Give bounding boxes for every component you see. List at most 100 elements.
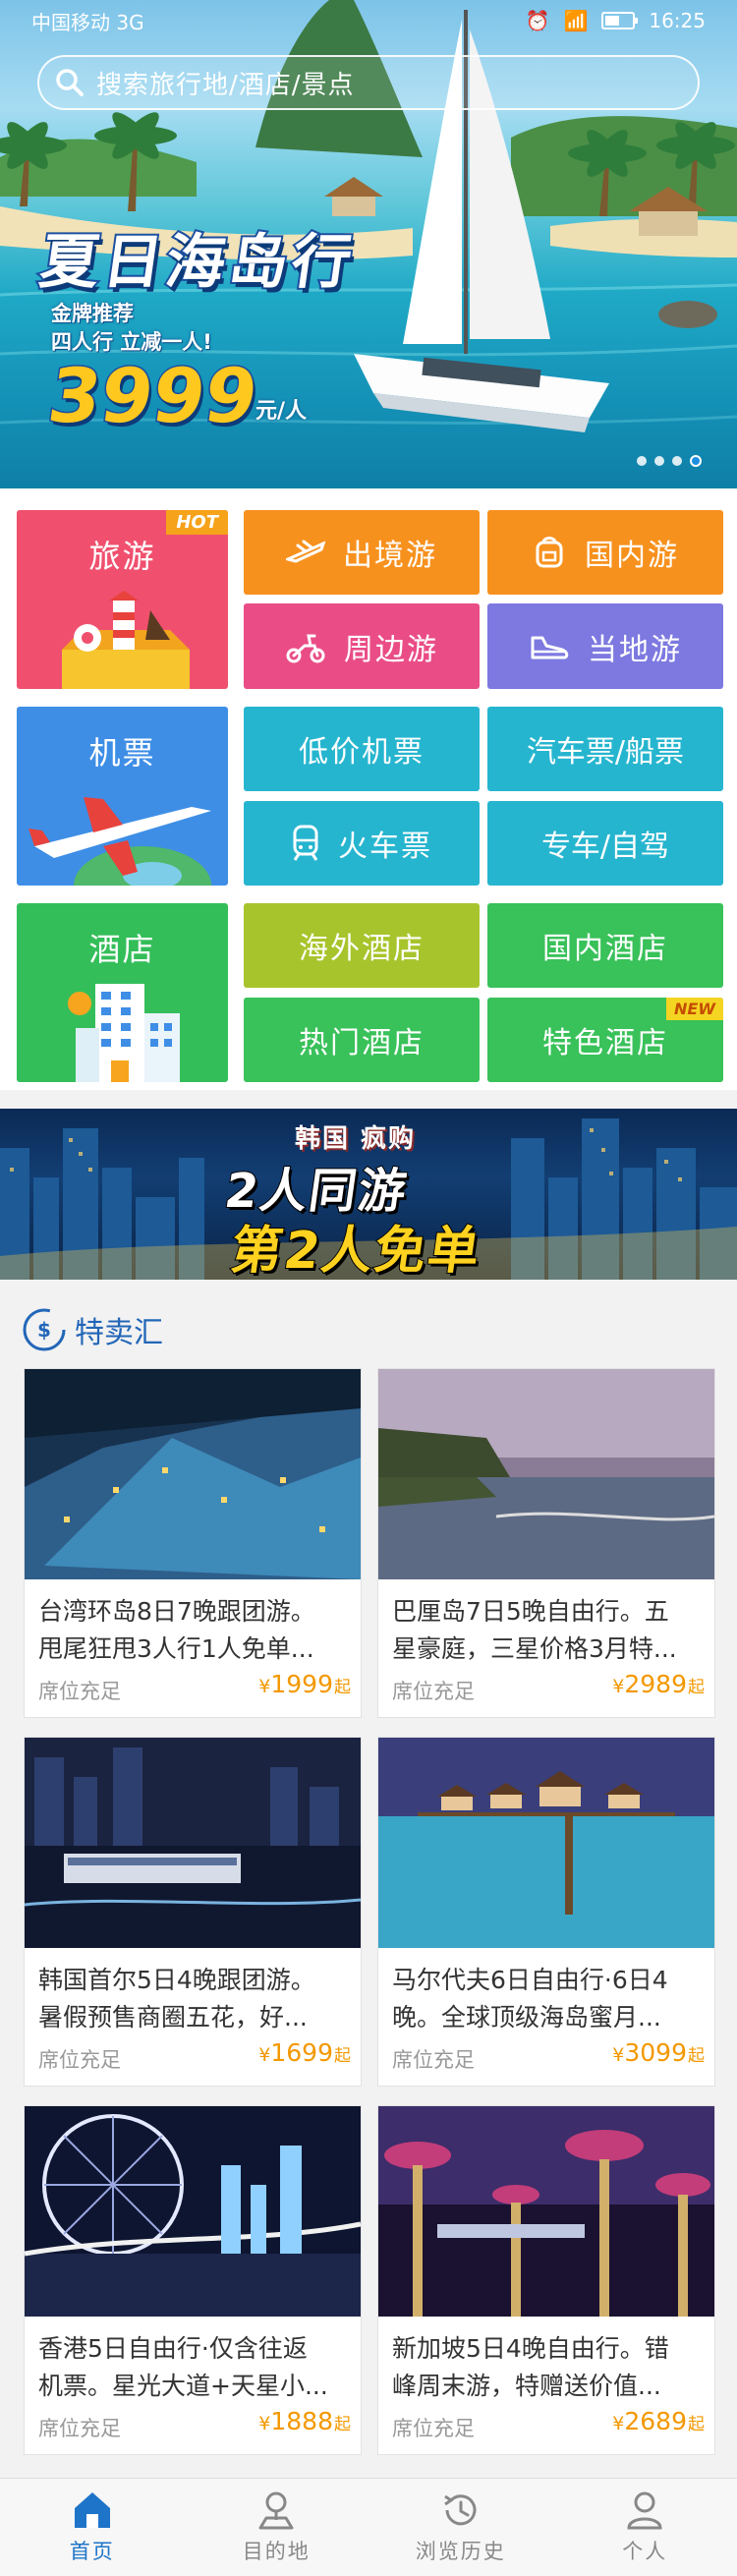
deal-card[interactable]: 马尔代夫6日自由行·6日4 晚。全球顶级海岛蜜月... 席位充足 ¥3099 起 (377, 1737, 715, 2087)
banner-offer: 第2人免单 (226, 1221, 486, 1280)
deal-price-value: 2689 (624, 2407, 687, 2435)
deal-price-suffix: 起 (334, 2415, 351, 2434)
category-hotel[interactable]: 酒店 (17, 903, 228, 1082)
deal-description-line2: 机票。星光大道+天星小... (38, 2372, 328, 2400)
home-icon (74, 2492, 110, 2528)
special-sale-title: 特卖汇 (75, 1316, 163, 1350)
category-special-hotel[interactable]: 特色酒店 NEW (487, 998, 723, 1082)
currency-symbol: ¥ (258, 2413, 271, 2434)
carousel-dot-active[interactable] (690, 455, 702, 467)
category-bus-ship-label: 汽车票/船票 (526, 735, 685, 770)
category-nearby[interactable]: 周边游 (244, 603, 480, 689)
deal-card[interactable]: 新加坡5日4晚自由行。错 峰周末游，特赠送价值... 席位充足 ¥2689 起 (377, 2105, 715, 2455)
deal-price-suffix: 起 (688, 2415, 705, 2434)
tab-profile-label: 个人 (622, 2540, 668, 2563)
category-overseas-hotel-label: 海外酒店 (299, 932, 425, 966)
airplane-illustration-icon (28, 797, 211, 886)
deal-price-value: 1999 (270, 1670, 333, 1698)
deal-description-line1: 台湾环岛8日7晚跟团游。 (38, 1597, 315, 1626)
promo-title: 夏日海岛行 (33, 226, 362, 299)
deal-description-line1: 马尔代夫6日自由行·6日4 (392, 1966, 668, 1994)
deal-availability: 席位充足 (38, 1680, 121, 1703)
deal-price-suffix: 起 (334, 1678, 351, 1697)
deal-card[interactable]: 香港5日自由行·仅含往返 机票。星光大道+天星小... 席位充足 ¥1888 起 (24, 2105, 362, 2455)
deal-price: ¥3099 起 (612, 2038, 705, 2067)
deal-description: 香港5日自由行·仅含往返 机票。星光大道+天星小... (38, 2330, 349, 2405)
carousel-dot[interactable] (672, 456, 682, 466)
deal-description-line1: 新加坡5日4晚自由行。错 (392, 2334, 669, 2363)
alarm-icon: ⏰ (525, 9, 550, 32)
category-outbound-label: 出境游 (343, 539, 437, 573)
tab-destination[interactable]: 目的地 (185, 2479, 369, 2576)
category-cheap-flights-label: 低价机票 (299, 735, 425, 770)
currency-symbol: ¥ (612, 1676, 625, 1697)
category-overseas-hotel[interactable]: 海外酒店 (244, 903, 480, 988)
promo-price-unit: 元/人 (255, 399, 308, 424)
tab-home[interactable]: 首页 (0, 2479, 185, 2576)
deal-description-line2: 暑假预售商圈五花，好... (38, 2003, 308, 2032)
deal-description: 马尔代夫6日自由行·6日4 晚。全球顶级海岛蜜月... (392, 1962, 703, 2036)
deal-card[interactable]: 台湾环岛8日7晚跟团游。 甩尾狂甩3人行1人免单... 席位充足 ¥1999 起 (24, 1368, 362, 1718)
category-local[interactable]: 当地游 (487, 603, 723, 689)
user-icon (627, 2491, 662, 2530)
deal-price: ¥1888 起 (258, 2407, 351, 2435)
deal-price: ¥2689 起 (612, 2407, 705, 2435)
category-flights-label: 机票 (88, 734, 156, 772)
deal-price: ¥2989 起 (612, 1670, 705, 1698)
deal-availability: 席位充足 (38, 2048, 121, 2072)
category-train-label: 火车票 (338, 830, 432, 864)
category-domestic-label: 国内游 (585, 539, 679, 573)
banner-tag: 韩国 疯购 (295, 1124, 417, 1154)
promo-price: 3999 (41, 351, 264, 441)
category-bus-ship[interactable]: 汽车票/船票 (487, 707, 723, 791)
category-car-label: 专车/自驾 (540, 830, 670, 864)
korea-promo-banner[interactable]: 韩国 疯购 2人同游 第2人免单 (0, 1109, 737, 1280)
deal-photo (378, 2106, 714, 2317)
deal-description: 新加坡5日4晚自由行。错 峰周末游，特赠送价值... (392, 2330, 703, 2405)
search-icon (56, 69, 84, 96)
carousel-dot[interactable] (654, 456, 664, 466)
deal-photo (25, 2106, 361, 2317)
deal-photo (378, 1369, 714, 1579)
deal-availability: 席位充足 (392, 2417, 475, 2440)
deal-description-line1: 香港5日自由行·仅含往返 (38, 2334, 308, 2363)
category-travel[interactable]: 旅游 HOT (17, 510, 228, 689)
category-hot-hotel-label: 热门酒店 (299, 1026, 425, 1060)
currency-symbol: ¥ (258, 2044, 271, 2066)
hero-banner[interactable]: 中国移动 3G ⏰ 📶 16:25 搜索旅行地/酒店/景点 夏日海岛行 金牌推荐… (0, 0, 737, 488)
deal-photo (378, 1738, 714, 1948)
category-domestic-hotel[interactable]: 国内酒店 (487, 903, 723, 988)
scooter-icon (285, 630, 326, 663)
deal-card[interactable]: 韩国首尔5日4晚跟团游。 暑假预售商圈五花，好... 席位充足 ¥1699 起 (24, 1737, 362, 2087)
category-train[interactable]: 火车票 (244, 801, 480, 886)
lighthouse-icon (62, 591, 190, 689)
deal-description-line2: 晚。全球顶级海岛蜜月... (392, 2003, 661, 2032)
deal-description-line2: 星豪庭，三星价格3月特... (392, 1634, 677, 1663)
bottom-tab-bar: 首页 目的地 浏览历史 个人 (0, 2478, 737, 2576)
currency-symbol: ¥ (612, 2413, 625, 2434)
category-cheap-flights[interactable]: 低价机票 (244, 707, 480, 791)
carousel-dot[interactable] (637, 456, 647, 466)
search-input[interactable]: 搜索旅行地/酒店/景点 (37, 55, 700, 110)
category-hot-hotel[interactable]: 热门酒店 (244, 998, 480, 1082)
status-bar: 中国移动 3G ⏰ 📶 16:25 (0, 0, 737, 41)
clock: 16:25 (649, 9, 706, 32)
category-domestic[interactable]: 国内游 (487, 510, 723, 595)
category-hotel-label: 酒店 (88, 931, 156, 968)
deal-card[interactable]: 巴厘岛7日5晚自由行。五 星豪庭，三星价格3月特... 席位充足 ¥2989 起 (377, 1368, 715, 1718)
tab-history[interactable]: 浏览历史 (368, 2479, 553, 2576)
category-outbound[interactable]: 出境游 (244, 510, 480, 595)
deal-price-suffix: 起 (334, 2046, 351, 2066)
carrier-label: 中国移动 3G (31, 10, 144, 34)
tab-destination-label: 目的地 (242, 2540, 311, 2563)
category-flights[interactable]: 机票 (17, 707, 228, 886)
promo-subtitle: 金牌推荐 (51, 302, 134, 325)
hot-badge: HOT (166, 510, 228, 535)
tab-profile[interactable]: 个人 (553, 2479, 737, 2576)
deal-price: ¥1699 起 (258, 2038, 351, 2067)
deal-price-value: 1699 (270, 2038, 333, 2067)
carousel-indicator (637, 455, 702, 467)
deal-price-suffix: 起 (688, 2046, 705, 2066)
deal-photo (25, 1369, 361, 1579)
category-car[interactable]: 专车/自驾 (487, 801, 723, 886)
